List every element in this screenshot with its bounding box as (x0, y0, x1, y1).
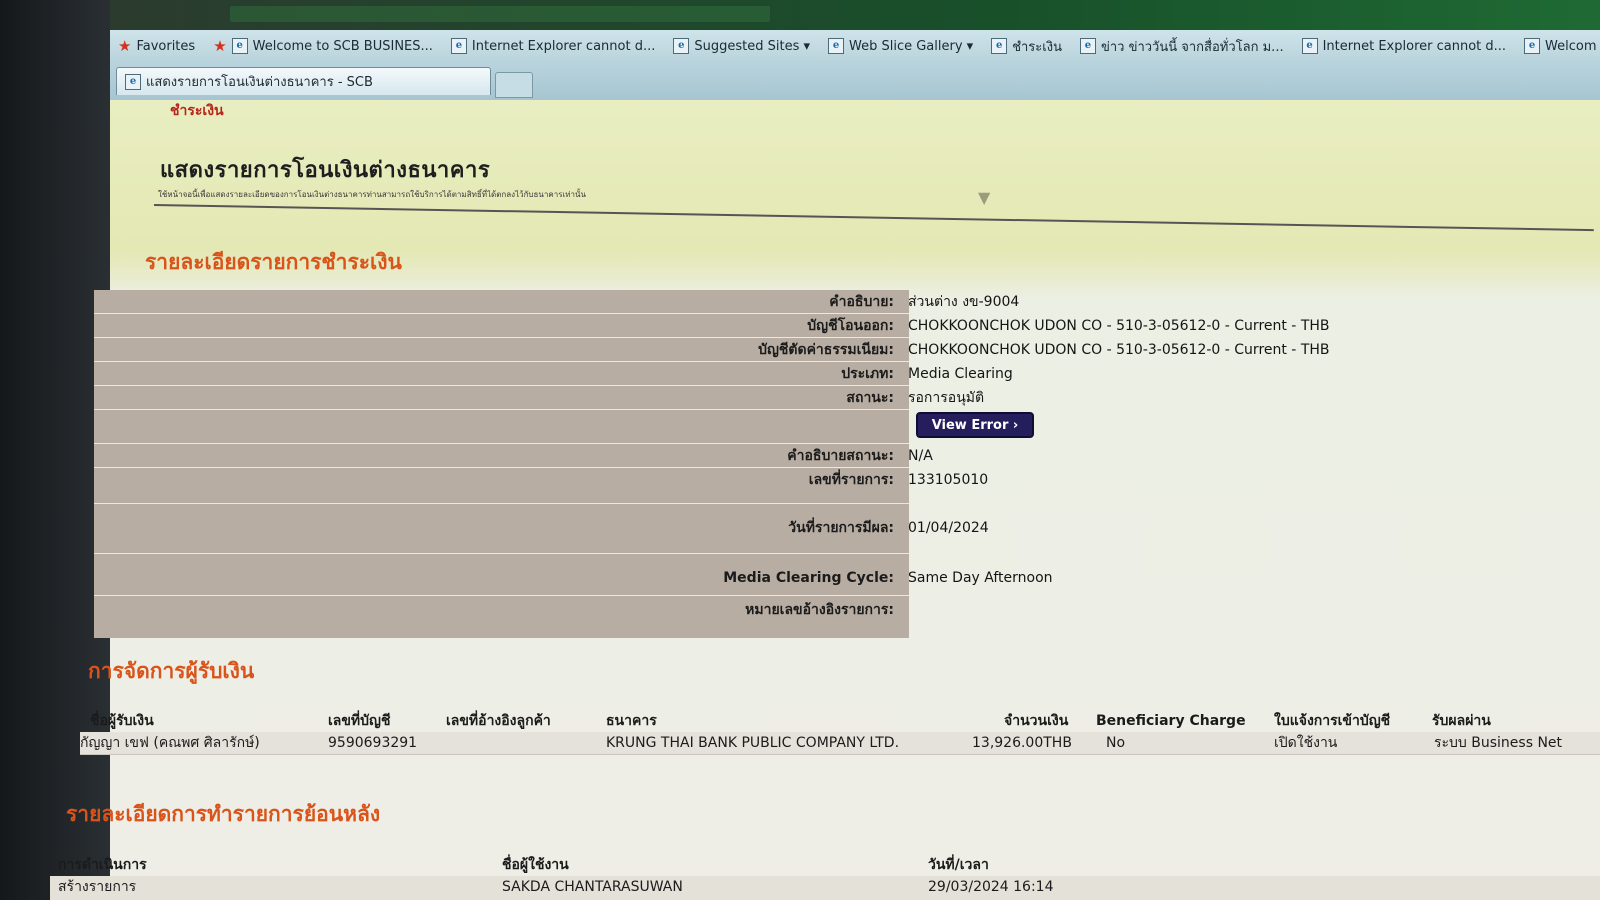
debit-account-value: CHOKKOONCHOK UDON CO - 510-3-05612-0 - C… (908, 318, 1330, 334)
payment-details: คำอธิบาย: ส่วนต่าง งข-9004 บัญชีโอนออก: … (94, 290, 1600, 640)
status-desc-label: คำอธิบายสถานะ: (787, 448, 894, 464)
header-divider (153, 204, 1594, 232)
breadcrumb[interactable]: ชำระเงิน (170, 100, 224, 122)
ie-logo-icon: e (125, 73, 141, 90)
add-favorite-star-icon[interactable]: ★ (213, 37, 226, 55)
fee-account-value: CHOKKOONCHOK UDON CO - 510-3-05612-0 - C… (908, 342, 1330, 358)
payee-section-title: การจัดการผู้รับเงิน (88, 659, 255, 683)
shield-icon: ▼ (978, 188, 991, 207)
header-beneficiary-charge: Beneficiary Charge (1096, 713, 1246, 729)
ie-page-icon: e (1079, 38, 1096, 54)
header-customer-ref: เลขที่อ้างอิงลูกค้า (446, 713, 551, 729)
address-bar-region (110, 0, 1600, 30)
cycle-label: Media Clearing Cycle: (723, 570, 894, 586)
detail-row-status-desc: คำอธิบายสถานะ: N/A (94, 444, 1600, 468)
header-receive-via: รับผลผ่าน (1432, 713, 1491, 729)
detail-row-view-error: View Error › (94, 410, 1600, 444)
header-account: เลขที่บัญชี (328, 713, 391, 729)
status-desc-value: N/A (908, 448, 933, 464)
detail-row-description: คำอธิบาย: ส่วนต่าง งข-9004 (94, 290, 1600, 314)
description-value: ส่วนต่าง งข-9004 (908, 294, 1020, 310)
header-datetime: วันที่/เวลา (928, 857, 989, 873)
detail-row-debit-account: บัญชีโอนออก: CHOKKOONCHOK UDON CO - 510-… (94, 314, 1600, 338)
table-row[interactable]: สร้างรายการ SAKDA CHANTARASUWAN 29/03/20… (50, 876, 1600, 900)
favorite-link-welcome[interactable]: ★ e Welcome to SCB BUSINES... (213, 37, 433, 55)
cycle-value: Same Day Afternoon (908, 570, 1053, 586)
favorite-link-payment[interactable]: e ชำระเงิน (991, 36, 1062, 57)
history-table-header: การดำเนินการ ชื่อผู้ใช้งาน วันที่/เวลา (58, 854, 1600, 874)
favorite-link-ie-error[interactable]: e Internet Explorer cannot d... (450, 38, 655, 54)
favorite-link-suggested-sites[interactable]: e Suggested Sites ▾ (673, 38, 810, 54)
payee-beneficiary-charge: No (1106, 735, 1126, 751)
page-title: แสดงรายการโอนเงินต่างธนาคาร (160, 158, 491, 183)
detail-row-effective-date: วันที่รายการมีผล: 01/04/2024 (94, 516, 1600, 554)
status-label: สถานะ: (846, 390, 894, 406)
reference-label: หมายเลขอ้างอิงรายการ: (745, 602, 894, 618)
tab-scb-transfer[interactable]: e แสดงรายการโอนเงินต่างธนาคาร - SCB (116, 67, 491, 95)
effective-date-label: วันที่รายการมีผล: (788, 520, 894, 536)
fee-account-label: บัญชีตัดค่าธรรมเนียม: (758, 342, 894, 358)
payment-section-title: รายละเอียดรายการชำระเงิน (145, 250, 402, 274)
view-error-button[interactable]: View Error › (916, 412, 1034, 438)
ie-page-icon: e (231, 38, 248, 54)
favorite-link-ie-error-2[interactable]: e Internet Explorer cannot d... (1301, 38, 1506, 54)
txn-no-value: 133105010 (908, 472, 989, 488)
header-action: การดำเนินการ (58, 857, 147, 873)
ie-page-icon: e (828, 38, 844, 54)
history-section-title: รายละเอียดการทำรายการย้อนหลัง (66, 802, 381, 826)
detail-row-status: สถานะ: รอการอนุมัติ (94, 386, 1600, 410)
detail-row-fee-account: บัญชีตัดค่าธรรมเนียม: CHOKKOONCHOK UDON … (94, 338, 1600, 362)
header-credit-advice: ใบแจ้งการเข้าบัญชี (1274, 713, 1391, 729)
header-amount: จำนวนเงิน (1004, 713, 1069, 729)
ie-page-icon: e (1524, 38, 1541, 54)
type-value: Media Clearing (908, 366, 1013, 382)
detail-row-cycle: Media Clearing Cycle: Same Day Afternoon (94, 566, 1600, 596)
tab-bar: e แสดงรายการโอนเงินต่างธนาคาร - SCB (110, 62, 1600, 101)
txn-no-label: เลขที่รายการ: (808, 472, 894, 488)
favorite-link-welcome-2[interactable]: e Welcom (1524, 38, 1597, 54)
favorite-link-news[interactable]: e ข่าว ข่าววันนี้ จากสื่อทั่วโลก ม... (1079, 36, 1284, 57)
detail-row-reference: หมายเลขอ้างอิงรายการ: (110, 598, 1600, 624)
favorite-link-web-slice-gallery[interactable]: e Web Slice Gallery ▾ (828, 38, 973, 54)
header-user: ชื่อผู้ใช้งาน (502, 857, 569, 873)
page-content: ชำระเงิน แสดงรายการโอนเงินต่างธนาคาร ใช้… (50, 100, 1600, 900)
effective-date-value: 01/04/2024 (908, 520, 989, 536)
favorites-button[interactable]: ★ Favorites (118, 37, 195, 55)
ie-page-icon: e (1301, 38, 1318, 54)
payee-amount: 13,926.00THB (972, 735, 1072, 751)
screen: ★ Favorites ★ e Welcome to SCB BUSINES..… (0, 0, 1600, 900)
payee-name: กัญญา เขฟ (คณพศ ศิลารักษ์) (80, 735, 260, 751)
detail-row-txn-no: เลขที่รายการ: 133105010 (94, 468, 1600, 504)
new-tab-button[interactable] (495, 72, 533, 98)
detail-row-type: ประเภท: Media Clearing (94, 362, 1600, 386)
type-label: ประเภท: (841, 366, 894, 382)
payee-account: 9590693291 (328, 735, 418, 751)
debit-account-label: บัญชีโอนออก: (807, 318, 894, 334)
history-action: สร้างรายการ (58, 879, 137, 895)
address-bar[interactable] (230, 6, 770, 22)
favorites-bar: ★ Favorites ★ e Welcome to SCB BUSINES..… (110, 30, 1600, 63)
payee-credit-advice: เปิดใช้งาน (1274, 735, 1338, 751)
table-row[interactable]: กัญญา เขฟ (คณพศ ศิลารักษ์) 9590693291 KR… (80, 732, 1600, 755)
status-value: รอการอนุมัติ (908, 390, 985, 406)
description-label: คำอธิบาย: (829, 294, 894, 310)
header-payee-name: ชื่อผู้รับเงิน (90, 713, 154, 729)
ie-page-icon: e (991, 38, 1008, 54)
payee-receive-via: ระบบ Business Net (1434, 735, 1563, 751)
history-user: SAKDA CHANTARASUWAN (502, 879, 683, 895)
history-datetime: 29/03/2024 16:14 (928, 879, 1054, 895)
payee-table-header: ชื่อผู้รับเงิน เลขที่บัญชี เลขที่อ้างอิง… (90, 710, 1600, 730)
favorites-star-icon: ★ (118, 37, 132, 55)
ie-page-icon: e (450, 38, 467, 54)
header-bank: ธนาคาร (606, 713, 657, 729)
payee-bank: KRUNG THAI BANK PUBLIC COMPANY LTD. (606, 735, 900, 751)
page-subtitle: ใช้หน้าจอนี้เพื่อแสดงรายละเอียดของการโอน… (158, 190, 586, 199)
ie-page-icon: e (673, 38, 690, 54)
